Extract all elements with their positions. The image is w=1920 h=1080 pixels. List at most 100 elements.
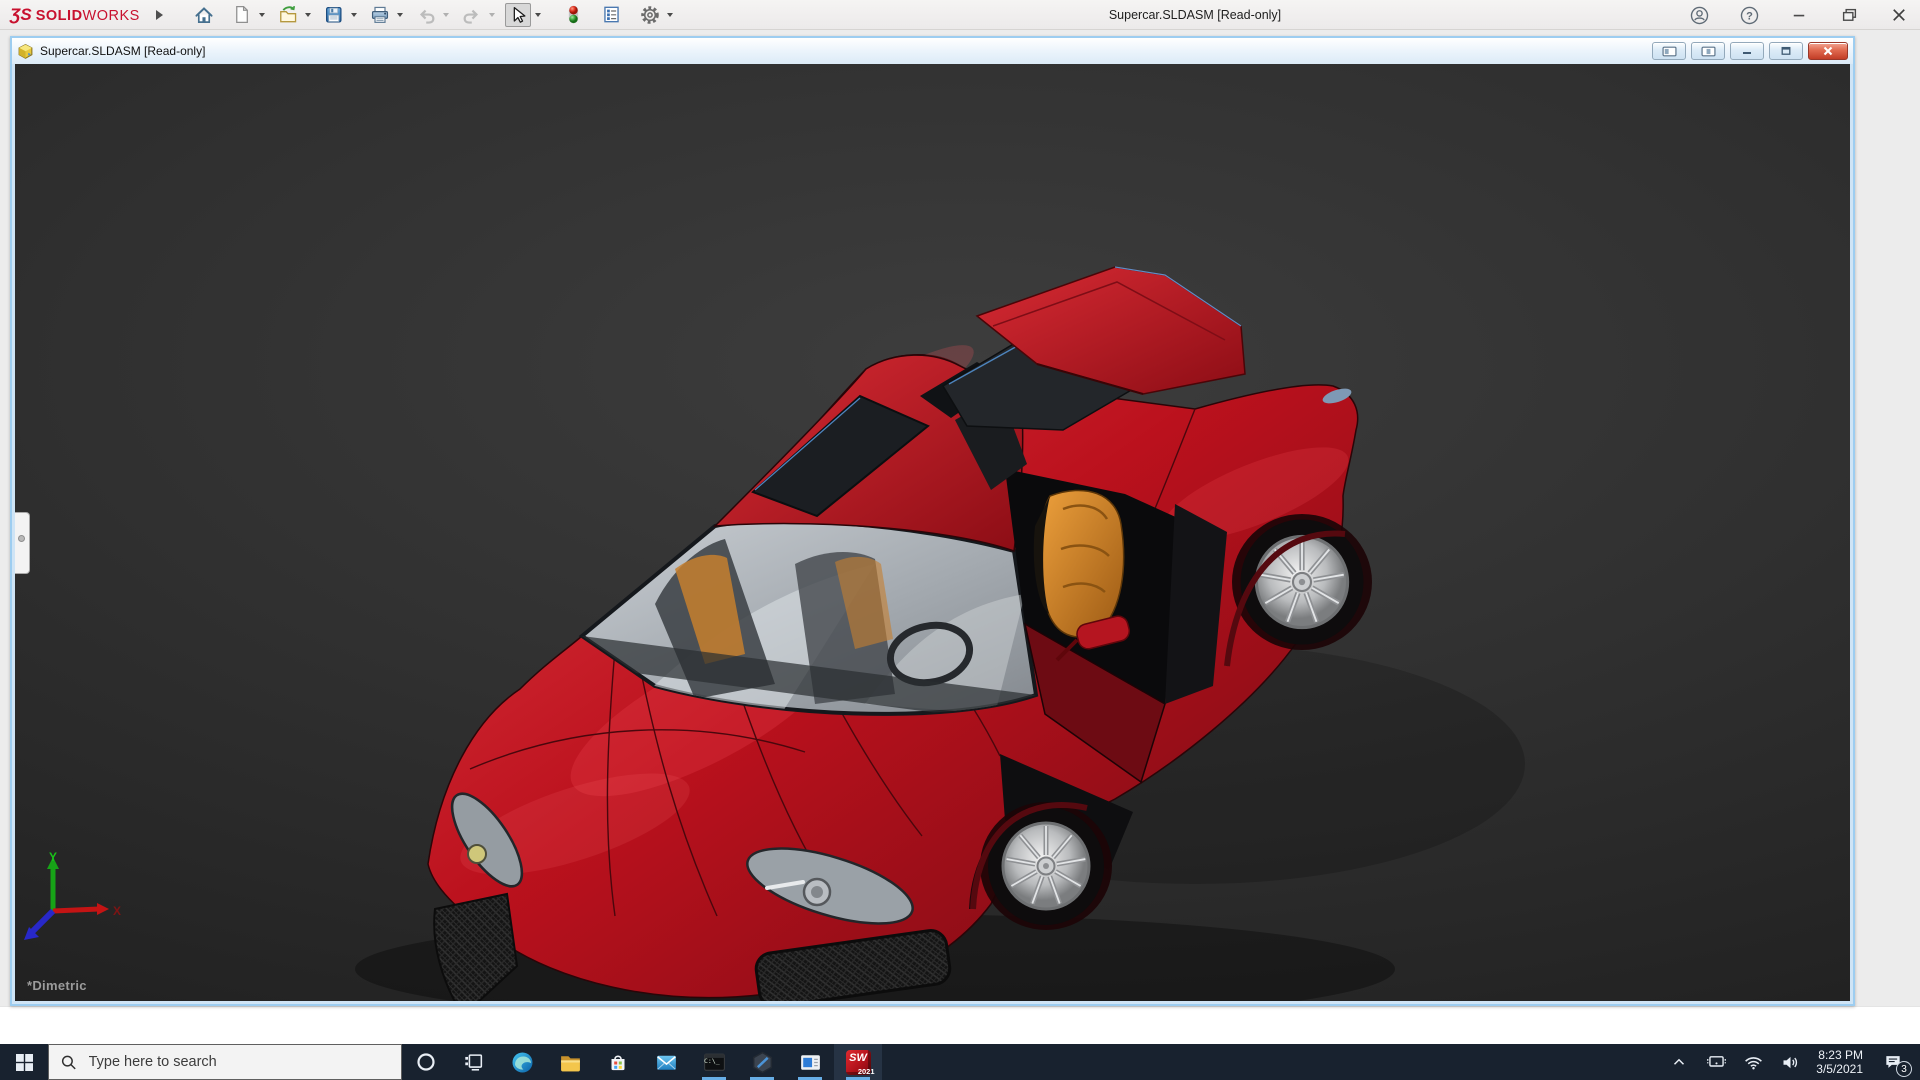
app-window-title: Supercar.SLDASM [Read-only]	[1109, 0, 1281, 30]
taskbar-item-solidworks[interactable]: SW 2021	[834, 1044, 882, 1080]
new-document-dropdown[interactable]	[256, 3, 268, 27]
triad-y-label: Y	[49, 850, 57, 864]
tray-display-button[interactable]	[1705, 1047, 1727, 1077]
terminal-prompt-text: C:\_	[704, 1057, 720, 1065]
solidworks-icon-year: 2021	[846, 1067, 875, 1076]
undo-button[interactable]	[413, 3, 439, 27]
pane-left-icon	[1662, 46, 1677, 57]
restore-button[interactable]	[1836, 2, 1862, 28]
file-properties-button[interactable]	[599, 3, 625, 27]
solidworks-app-icon: SW 2021	[846, 1050, 871, 1075]
document-titlebar[interactable]: Supercar.SLDASM [Read-only]	[12, 38, 1853, 64]
taskbar-item-store[interactable]	[594, 1044, 642, 1080]
options-button[interactable]	[637, 3, 663, 27]
desktop: ƷSSOLIDWORKS	[0, 0, 1920, 1080]
doc-minimize-icon	[1741, 46, 1753, 56]
hexagon-app-icon	[750, 1050, 775, 1075]
gear-icon	[640, 5, 660, 25]
mail-icon	[654, 1050, 679, 1075]
options-dropdown[interactable]	[664, 3, 676, 27]
svg-text:?: ?	[1746, 10, 1753, 22]
redo-icon	[462, 5, 482, 25]
taskbar-clock[interactable]: 8:23 PM 3/5/2021	[1816, 1048, 1863, 1076]
select-dropdown[interactable]	[532, 3, 544, 27]
action-center-button[interactable]: 3	[1878, 1047, 1908, 1077]
view-orientation-label: *Dimetric	[27, 978, 87, 993]
file-properties-icon	[602, 5, 621, 24]
taskbar-item-media-app[interactable]	[786, 1044, 834, 1080]
tray-show-hidden-button[interactable]	[1668, 1047, 1690, 1077]
start-button[interactable]	[0, 1044, 48, 1080]
media-app-icon	[798, 1050, 823, 1075]
orientation-triad: Y X	[17, 849, 127, 959]
wifi-icon	[1743, 1052, 1764, 1073]
taskbar-item-edge[interactable]	[498, 1044, 546, 1080]
taskbar-item-task-view[interactable]	[450, 1044, 498, 1080]
clock-time: 8:23 PM	[1816, 1048, 1863, 1062]
graphics-viewport[interactable]: Y X *Dimetric	[15, 64, 1850, 1001]
taskbar-item-terminal[interactable]: C:\_	[690, 1044, 738, 1080]
restore-icon	[1842, 8, 1857, 23]
status-bar	[0, 1006, 1920, 1044]
redo-dropdown[interactable]	[486, 3, 498, 27]
taskbar-item-file-explorer[interactable]	[546, 1044, 594, 1080]
save-icon	[324, 5, 343, 24]
pane-toggle-left-button[interactable]	[1652, 42, 1686, 60]
save-button[interactable]	[321, 3, 347, 27]
rebuild-traffic-light-icon	[564, 5, 583, 24]
notification-count-badge: 3	[1896, 1061, 1912, 1077]
print-dropdown[interactable]	[394, 3, 406, 27]
doc-restore-button[interactable]	[1769, 42, 1803, 60]
clock-date: 3/5/2021	[1816, 1062, 1863, 1076]
solidworks-logo-glyph: ƷS	[10, 5, 32, 25]
tray-wifi-button[interactable]	[1742, 1047, 1764, 1077]
close-button[interactable]	[1886, 2, 1912, 28]
save-dropdown[interactable]	[348, 3, 360, 27]
redo-button[interactable]	[459, 3, 485, 27]
display-device-icon	[1706, 1052, 1727, 1073]
quick-access-toolbar	[190, 0, 682, 29]
assembly-document-icon	[17, 43, 34, 60]
chevron-up-icon	[1670, 1053, 1688, 1071]
document-title: Supercar.SLDASM [Read-only]	[40, 44, 205, 58]
open-dropdown[interactable]	[302, 3, 314, 27]
windows-logo-icon	[16, 1054, 33, 1071]
search-input[interactable]	[89, 1054, 389, 1070]
doc-close-button[interactable]	[1808, 42, 1848, 60]
feature-manager-collapsed-tab[interactable]	[15, 512, 30, 574]
taskbar-search[interactable]	[48, 1044, 402, 1080]
pane-toggle-split-button[interactable]	[1691, 42, 1725, 60]
open-button[interactable]	[275, 3, 301, 27]
help-button[interactable]: ?	[1736, 2, 1762, 28]
tray-volume-button[interactable]	[1779, 1047, 1801, 1077]
account-button[interactable]	[1686, 2, 1712, 28]
rebuild-button[interactable]	[561, 3, 587, 27]
triad-x-label: X	[113, 904, 121, 918]
edge-browser-icon	[510, 1050, 535, 1075]
select-button[interactable]	[505, 3, 531, 27]
feature-manager-tab-dot	[18, 535, 25, 542]
solidworks-titlebar[interactable]: ƷSSOLIDWORKS	[0, 0, 1920, 30]
solidworks-logo: ƷSSOLIDWORKS	[10, 5, 140, 25]
close-icon	[1892, 8, 1906, 22]
undo-dropdown[interactable]	[440, 3, 452, 27]
home-button[interactable]	[191, 3, 217, 27]
open-folder-icon	[278, 5, 298, 25]
print-button[interactable]	[367, 3, 393, 27]
solidworks-icon-letters: SW	[846, 1052, 871, 1064]
taskbar-item-cortana[interactable]	[402, 1044, 450, 1080]
task-view-icon	[463, 1051, 485, 1073]
taskbar-item-mail[interactable]	[642, 1044, 690, 1080]
pane-split-icon	[1701, 46, 1716, 57]
menu-expand-arrow-icon[interactable]	[156, 10, 168, 20]
taskbar-item-hexagon-app[interactable]	[738, 1044, 786, 1080]
doc-minimize-button[interactable]	[1730, 42, 1764, 60]
new-document-button[interactable]	[229, 3, 255, 27]
mdi-workspace: Supercar.SLDASM [Read-only]	[0, 30, 1920, 1044]
doc-close-icon	[1822, 46, 1834, 56]
minimize-button[interactable]	[1786, 2, 1812, 28]
undo-icon	[416, 5, 436, 25]
select-cursor-icon	[508, 5, 527, 24]
3d-model-supercar[interactable]	[15, 64, 1850, 1001]
titlebar-controls: ?	[1686, 0, 1912, 30]
